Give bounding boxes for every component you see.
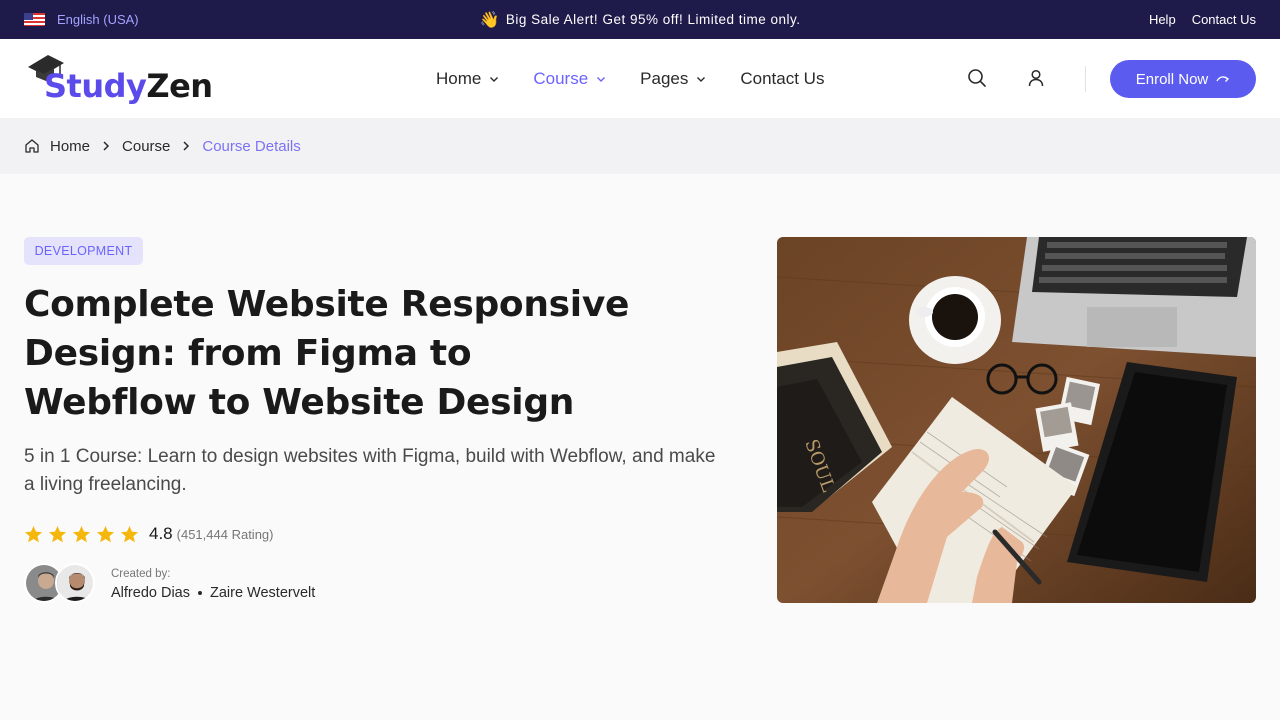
nav-course[interactable]: Course	[533, 69, 606, 89]
course-rating: 4.8 (451,444 Rating)	[24, 522, 273, 546]
help-link[interactable]: Help	[1149, 12, 1176, 27]
announcement-bar: English (USA) 👋 Big Sale Alert! Get 95% …	[0, 0, 1280, 39]
home-icon[interactable]	[24, 138, 40, 154]
promo-text: Big Sale Alert! Get 95% off! Limited tim…	[505, 12, 801, 27]
course-subtitle: 5 in 1 Course: Learn to design websites …	[24, 446, 716, 495]
breadcrumb-bar: Home Course Course Details	[0, 118, 1280, 174]
site-header: StudyZen Home Course Pages Contact Us En…	[0, 39, 1280, 118]
breadcrumb-current: Course Details	[202, 137, 301, 155]
coffee-cup	[909, 276, 1001, 364]
breadcrumb-home[interactable]: Home	[50, 138, 90, 155]
user-icon[interactable]	[1026, 68, 1046, 88]
rating-stars	[24, 525, 139, 544]
logo-text-study: Study	[44, 67, 147, 105]
star-icon	[96, 525, 115, 542]
author-link[interactable]: Zaire Westervelt	[210, 585, 315, 601]
chevron-down-icon	[697, 76, 706, 82]
chevron-down-icon	[597, 76, 606, 82]
chevron-right-icon	[183, 141, 190, 151]
logo-text-zen: Zen	[146, 67, 213, 105]
star-icon	[24, 525, 43, 542]
rating-count: (451,444 Rating)	[176, 526, 274, 542]
breadcrumb-course[interactable]: Course	[122, 138, 170, 155]
author-link[interactable]: Alfredo Dias	[111, 585, 190, 601]
nav-contact-us[interactable]: Contact Us	[740, 69, 824, 89]
chevron-down-icon	[490, 76, 499, 82]
arrow-icon	[1216, 76, 1230, 82]
star-icon	[72, 525, 91, 542]
contact-us-link[interactable]: Contact Us	[1192, 12, 1256, 27]
category-badge[interactable]: DEVELOPMENT	[24, 237, 143, 265]
created-by-label: Created by:	[111, 568, 171, 580]
promo-message: 👋 Big Sale Alert! Get 95% off! Limited t…	[0, 0, 1280, 39]
course-hero-image: SOUL	[777, 237, 1256, 603]
rating-score: 4.8	[149, 524, 173, 543]
main-nav: Home Course Pages Contact Us	[436, 39, 824, 118]
author-names: Alfredo Dias Zaire Westervelt	[111, 585, 315, 601]
studyzen-logo[interactable]: StudyZen	[26, 53, 213, 107]
breadcrumb: Home Course Course Details	[24, 118, 301, 174]
chevron-right-icon	[103, 141, 110, 151]
course-title: Complete Website Responsive Design: from…	[24, 284, 630, 423]
topbar-links: Help Contact Us	[1149, 0, 1256, 39]
nav-pages[interactable]: Pages	[640, 69, 706, 89]
header-divider	[1085, 66, 1086, 92]
waving-hand-icon: 👋	[479, 11, 500, 29]
nav-home[interactable]: Home	[436, 69, 499, 89]
search-icon[interactable]	[967, 68, 987, 88]
separator-dot	[197, 591, 202, 595]
star-icon	[48, 525, 67, 542]
enroll-now-button[interactable]: Enroll Now	[1110, 60, 1256, 98]
star-icon	[120, 525, 139, 542]
laptop	[1012, 237, 1256, 357]
avatar[interactable]	[55, 563, 95, 603]
